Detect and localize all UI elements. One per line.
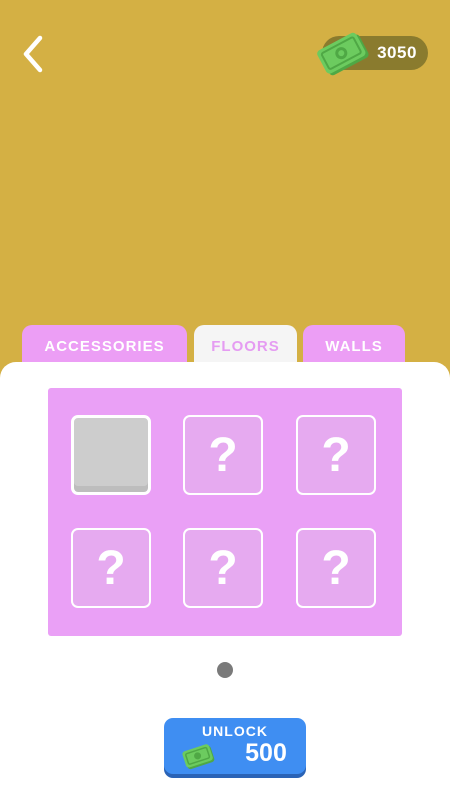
chevron-left-icon bbox=[23, 35, 43, 73]
question-mark-icon: ? bbox=[321, 428, 351, 482]
tab-label: FLOORS bbox=[211, 338, 280, 355]
question-mark-icon: ? bbox=[96, 541, 126, 595]
question-mark-icon: ? bbox=[208, 428, 238, 482]
item-slot-locked[interactable]: ? bbox=[296, 415, 376, 495]
currency-amount: 3050 bbox=[377, 43, 417, 62]
cash-icon bbox=[182, 744, 215, 770]
unlock-button[interactable]: UNLOCK 500 bbox=[164, 718, 306, 774]
tab-walls[interactable]: WALLS bbox=[303, 325, 405, 367]
tab-accessories[interactable]: ACCESSORIES bbox=[22, 325, 187, 367]
item-slot-locked[interactable]: ? bbox=[296, 528, 376, 608]
currency-display: 3050 bbox=[317, 32, 428, 76]
item-slot-locked[interactable]: ? bbox=[183, 528, 263, 608]
tab-floors[interactable]: FLOORS bbox=[194, 325, 297, 367]
item-slot-unlocked[interactable] bbox=[71, 415, 151, 495]
page-indicator-dot bbox=[217, 662, 233, 678]
tab-label: ACCESSORIES bbox=[44, 338, 165, 355]
question-mark-icon: ? bbox=[321, 541, 351, 595]
item-slot-locked[interactable]: ? bbox=[183, 415, 263, 495]
back-button[interactable] bbox=[18, 34, 52, 74]
item-slot-locked[interactable]: ? bbox=[71, 528, 151, 608]
unlock-price: 500 bbox=[245, 739, 287, 767]
item-grid: ? ? ? ? ? bbox=[48, 388, 402, 636]
cash-icon bbox=[317, 32, 369, 76]
question-mark-icon: ? bbox=[208, 541, 238, 595]
tab-label: WALLS bbox=[325, 338, 383, 355]
unlock-label: UNLOCK bbox=[202, 723, 268, 739]
